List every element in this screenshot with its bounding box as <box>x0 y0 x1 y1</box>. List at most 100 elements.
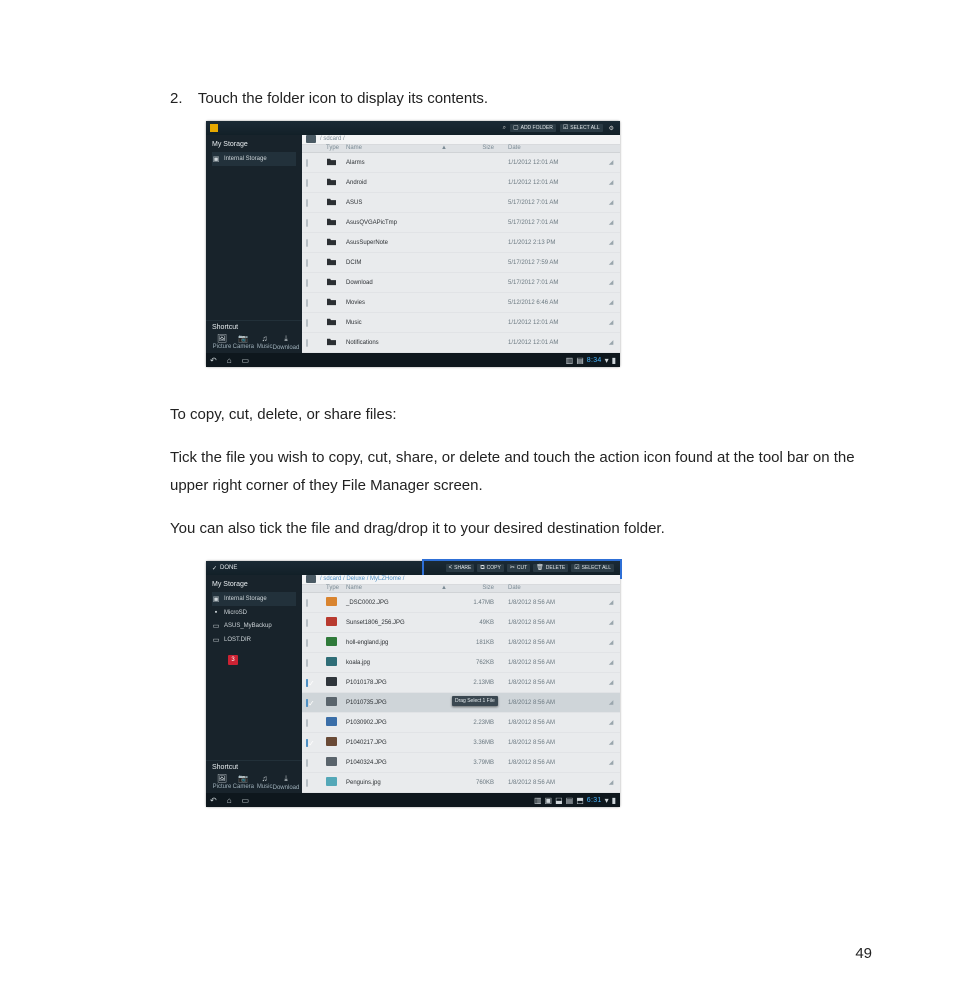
table-row[interactable]: Sunset1806_256.JPG49KB1/8/2012 8:56 AM◢ <box>302 613 620 633</box>
row-checkbox[interactable] <box>306 779 308 787</box>
table-row[interactable]: P1030902.JPG2.23MB1/8/2012 8:56 AM◢ <box>302 713 620 733</box>
row-checkbox[interactable] <box>306 299 308 307</box>
row-options-icon[interactable]: ◢ <box>606 279 616 286</box>
sidebar-item[interactable]: ▭ASUS_MyBackup <box>212 619 296 633</box>
row-checkbox[interactable] <box>306 759 308 767</box>
row-checkbox[interactable] <box>306 259 308 267</box>
sidebar-item[interactable]: ▭LOST.DIR <box>212 633 296 647</box>
col-size[interactable]: Size <box>454 145 498 151</box>
delete-button[interactable]: 🗑DELETE <box>533 564 568 572</box>
table-row[interactable]: DCIM5/17/2012 7:59 AM◢ <box>302 253 620 273</box>
copy-button[interactable]: ⧉COPY <box>477 564 503 572</box>
table-row[interactable]: AsusQVGAPicTmp5/17/2012 7:01 AM◢ <box>302 213 620 233</box>
table-row[interactable]: holl-england.jpg181KB1/8/2012 8:56 AM◢ <box>302 633 620 653</box>
col-type[interactable]: Type <box>326 585 340 591</box>
share-button[interactable]: <SHARE <box>446 564 475 572</box>
row-checkbox[interactable] <box>306 659 308 667</box>
shortcut-download[interactable]: ⤓Download <box>276 334 296 351</box>
row-checkbox[interactable] <box>306 219 308 227</box>
settings-icon[interactable]: ⚙ <box>607 125 616 132</box>
table-row[interactable]: Download5/17/2012 7:01 AM◢ <box>302 273 620 293</box>
row-options-icon[interactable]: ◢ <box>606 719 616 726</box>
row-options-icon[interactable]: ◢ <box>606 759 616 766</box>
col-date[interactable]: Date <box>504 585 600 591</box>
row-checkbox[interactable] <box>306 619 308 627</box>
row-checkbox[interactable] <box>306 639 308 647</box>
table-row[interactable]: Alarms1/1/2012 12:01 AM◢ <box>302 153 620 173</box>
add-folder-button[interactable]: ▢ ADD FOLDER <box>510 124 556 132</box>
table-row[interactable]: AsusSuperNote1/1/2012 2:13 PM◢ <box>302 233 620 253</box>
table-row[interactable]: ASUS5/17/2012 7:01 AM◢ <box>302 193 620 213</box>
row-checkbox[interactable] <box>306 279 308 287</box>
row-options-icon[interactable]: ◢ <box>606 239 616 246</box>
done-button[interactable]: ✓ DONE <box>210 565 237 572</box>
row-options-icon[interactable]: ◢ <box>606 699 616 706</box>
sidebar-item[interactable]: ▣Internal Storage <box>212 592 296 606</box>
row-options-icon[interactable]: ◢ <box>606 619 616 626</box>
select-all-button[interactable]: ☑ SELECT ALL <box>560 124 603 132</box>
row-options-icon[interactable]: ◢ <box>606 219 616 226</box>
row-checkbox[interactable] <box>306 319 308 327</box>
row-options-icon[interactable]: ◢ <box>606 179 616 186</box>
table-row[interactable]: _DSC0002.JPG1.47MB1/8/2012 8:56 AM◢ <box>302 593 620 613</box>
row-options-icon[interactable]: ◢ <box>606 339 616 346</box>
sidebar-item[interactable]: ▪MicroSD <box>212 606 296 619</box>
table-row[interactable]: koala.jpg762KB1/8/2012 8:56 AM◢ <box>302 653 620 673</box>
recent-icon[interactable]: ▭ <box>242 356 250 365</box>
table-row[interactable]: Android1/1/2012 12:01 AM◢ <box>302 173 620 193</box>
sidebar-item-internal-storage[interactable]: ▣ Internal Storage <box>212 152 296 166</box>
row-checkbox[interactable] <box>306 339 308 347</box>
select-all-button[interactable]: ☑SELECT ALL <box>571 564 614 572</box>
table-row[interactable]: P1010178.JPG2.13MB1/8/2012 8:56 AM◢ <box>302 673 620 693</box>
sort-icon[interactable]: ▲ <box>440 145 448 151</box>
breadcrumb[interactable]: / sdcard / Deluxe / MyLZHome / <box>320 576 404 582</box>
row-options-icon[interactable]: ◢ <box>606 259 616 266</box>
col-name[interactable]: Name <box>346 585 434 591</box>
row-options-icon[interactable]: ◢ <box>606 739 616 746</box>
col-type[interactable]: Type <box>326 145 340 151</box>
row-options-icon[interactable]: ◢ <box>606 319 616 326</box>
row-checkbox[interactable] <box>306 719 308 727</box>
cut-button[interactable]: ✂CUT <box>507 564 530 572</box>
row-checkbox[interactable] <box>306 179 308 187</box>
row-checkbox[interactable] <box>306 599 308 607</box>
shortcut-download[interactable]: ⤓Download <box>276 774 296 791</box>
row-checkbox[interactable] <box>306 739 308 747</box>
shortcut-picture[interactable]: 🖼Picture <box>212 334 232 351</box>
row-checkbox[interactable] <box>306 199 308 207</box>
row-options-icon[interactable]: ◢ <box>606 599 616 606</box>
home-icon[interactable] <box>306 135 316 143</box>
row-options-icon[interactable]: ◢ <box>606 639 616 646</box>
row-checkbox[interactable] <box>306 239 308 247</box>
shortcut-picture[interactable]: 🖼Picture <box>212 774 232 791</box>
breadcrumb[interactable]: / sdcard / <box>320 136 345 142</box>
row-checkbox[interactable] <box>306 679 308 687</box>
row-options-icon[interactable]: ◢ <box>606 159 616 166</box>
sort-icon[interactable]: ▲ <box>440 585 448 591</box>
col-date[interactable]: Date <box>504 145 600 151</box>
row-options-icon[interactable]: ◢ <box>606 779 616 786</box>
row-options-icon[interactable]: ◢ <box>606 659 616 666</box>
col-size[interactable]: Size <box>454 585 498 591</box>
row-checkbox[interactable] <box>306 699 308 707</box>
table-row[interactable]: Penguins.jpg760KB1/8/2012 8:56 AM◢ <box>302 773 620 793</box>
recent-icon[interactable]: ▭ <box>242 796 250 805</box>
table-row[interactable]: Notifications1/1/2012 12:01 AM◢ <box>302 333 620 353</box>
table-row[interactable]: P1040324.JPG3.79MB1/8/2012 8:56 AM◢ <box>302 753 620 773</box>
row-checkbox[interactable] <box>306 159 308 167</box>
home-nav-icon[interactable]: ⌂ <box>227 356 232 365</box>
table-row[interactable]: Movies5/12/2012 6:46 AM◢ <box>302 293 620 313</box>
row-options-icon[interactable]: ◢ <box>606 299 616 306</box>
back-icon[interactable]: ↶ <box>210 356 217 365</box>
shortcut-camera[interactable]: 📷Camera <box>233 334 253 351</box>
table-row[interactable]: P1040217.JPG3.36MB1/8/2012 8:56 AM◢ <box>302 733 620 753</box>
back-icon[interactable]: ↶ <box>210 796 217 805</box>
row-options-icon[interactable]: ◢ <box>606 679 616 686</box>
col-name[interactable]: Name <box>346 145 434 151</box>
shortcut-camera[interactable]: 📷Camera <box>233 774 253 791</box>
table-row[interactable]: Music1/1/2012 12:01 AM◢ <box>302 313 620 333</box>
search-icon[interactable]: ⌕ <box>503 125 506 132</box>
home-nav-icon[interactable]: ⌂ <box>227 796 232 805</box>
home-icon[interactable] <box>306 575 316 583</box>
row-options-icon[interactable]: ◢ <box>606 199 616 206</box>
